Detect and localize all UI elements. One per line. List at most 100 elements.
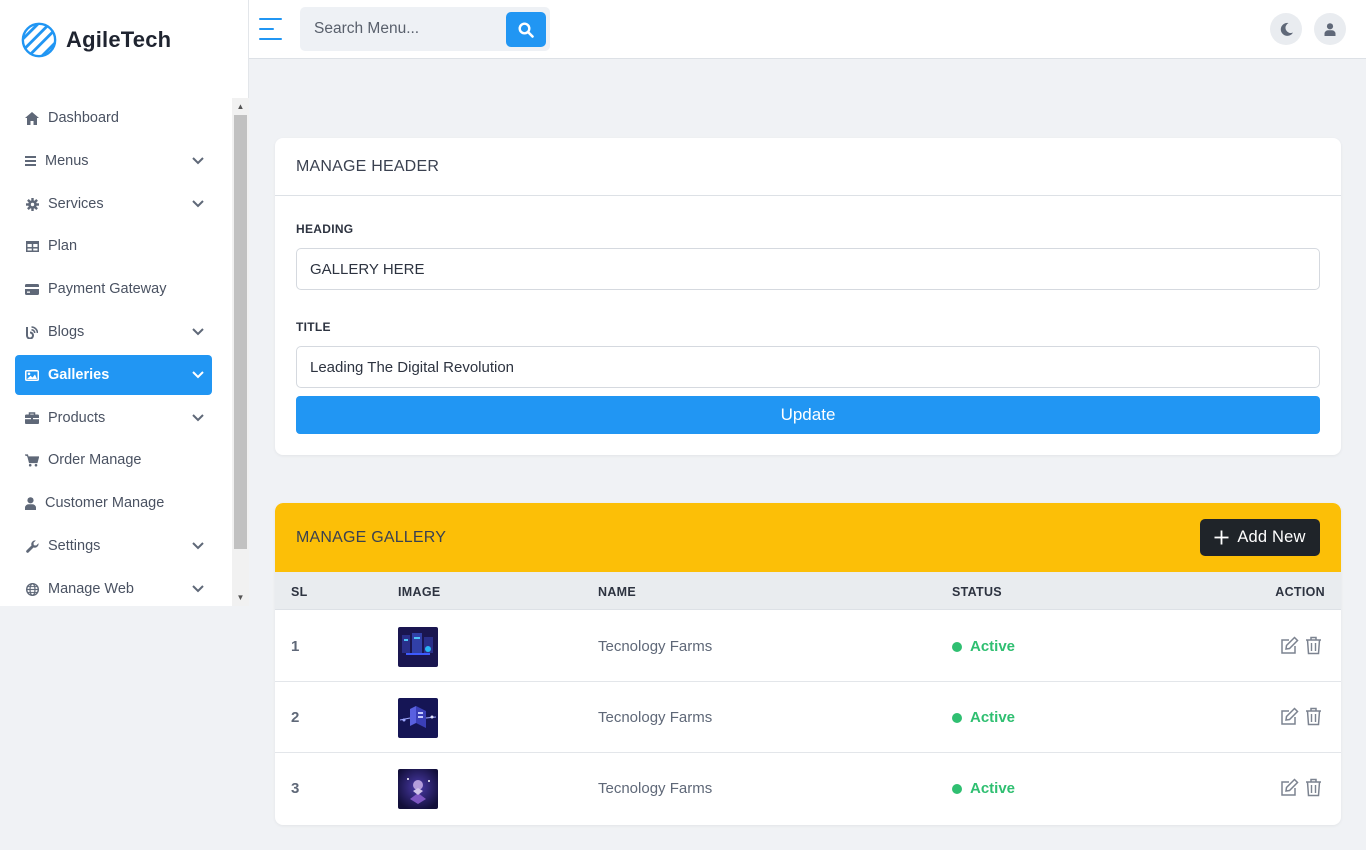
search-button[interactable] [506,12,546,47]
row-name: Tecnology Farms [598,780,713,797]
table-header: SL IMAGE NAME STATUS ACTION [275,572,1341,610]
table-row: 3 Tecnology Farms Active [275,753,1341,824]
row-actions [1280,636,1322,655]
sidebar-item-order-manage[interactable]: Order Manage [15,440,212,480]
chevron-down-icon [192,585,206,593]
column-header-action: ACTION [1275,585,1325,599]
status-dot-icon [952,783,962,794]
sidebar-item-payment-gateway[interactable]: Payment Gateway [15,269,212,309]
sidebar-item-manage-web[interactable]: Manage Web [15,569,212,606]
user-icon [25,496,36,510]
sidebar-item-label: Products [48,410,106,426]
scroll-down-arrow-icon[interactable]: ▼ [232,589,249,606]
blog-icon [25,325,39,339]
gallery-thumbnail[interactable] [398,769,438,809]
sidebar-item-menus[interactable]: Menus [15,141,212,181]
sidebar-item-dashboard[interactable]: Dashboard [15,98,212,138]
table-row: 1 Tecnology Farms Active [275,611,1341,682]
sidebar-item-label: Customer Manage [45,495,165,511]
manage-gallery-card: MANAGE GALLERY Add New SL IMAGE NAME STA… [275,503,1341,825]
row-sl: 1 [291,638,300,655]
update-button[interactable]: Update [296,396,1320,434]
card-title: MANAGE GALLERY [296,528,447,546]
card-title: MANAGE HEADER [275,138,1341,196]
briefcase-icon [25,411,39,425]
sidebar-item-products[interactable]: Products [15,398,212,438]
sidebar-item-label: Dashboard [48,110,119,126]
status-text: Active [970,780,1016,797]
sidebar-item-galleries[interactable]: Galleries [15,355,212,395]
trash-icon[interactable] [1305,778,1322,797]
search-input[interactable] [300,7,505,51]
column-header-status: STATUS [952,585,1002,599]
column-header-image: IMAGE [398,585,441,599]
list-icon [25,154,36,168]
chevron-down-icon [192,200,206,208]
status-dot-icon [952,712,962,723]
user-icon [1324,22,1336,36]
sidebar-item-label: Services [48,196,104,212]
gallery-card-header: MANAGE GALLERY Add New [275,503,1341,572]
gallery-thumbnail[interactable] [398,698,438,738]
plus-icon [1214,530,1229,545]
sidebar-item-label: Settings [48,538,101,554]
manage-header-card: MANAGE HEADER HEADING TITLE Update [275,138,1341,455]
sidebar-item-label: Order Manage [48,452,142,468]
brand-name: AgileTech [66,27,172,52]
sidebar-item-customer-manage[interactable]: Customer Manage [15,483,212,523]
edit-icon[interactable] [1280,707,1299,726]
theme-toggle-button[interactable] [1270,13,1302,45]
sidebar-item-settings[interactable]: Settings [15,526,212,566]
sidebar-item-label: Galleries [48,367,110,383]
table-icon [25,239,39,253]
gallery-thumbnail[interactable] [398,627,438,667]
trash-icon[interactable] [1305,636,1322,655]
column-header-sl: SL [291,585,308,599]
cart-icon [25,453,39,467]
row-name: Tecnology Farms [598,638,713,655]
sidebar-scrollbar[interactable]: ▲ ▼ [232,98,249,606]
heading-label: HEADING [296,222,354,236]
brand[interactable]: AgileTech [20,20,171,60]
status-dot-icon [952,641,962,652]
trash-icon[interactable] [1305,707,1322,726]
row-actions [1280,707,1322,726]
edit-icon[interactable] [1280,636,1299,655]
topbar [249,0,1366,59]
status-text: Active [970,709,1016,726]
credit-card-icon [25,282,39,296]
edit-icon[interactable] [1280,778,1299,797]
profile-button[interactable] [1314,13,1346,45]
title-label: TITLE [296,320,331,334]
wrench-icon [25,539,39,553]
sidebar-item-services[interactable]: Services [15,184,212,224]
scrollbar-thumb[interactable] [234,115,247,549]
brand-logo-icon [21,22,57,58]
column-header-name: NAME [598,585,637,599]
moon-icon [1280,22,1293,36]
sidebar-item-label: Payment Gateway [48,281,167,297]
row-name: Tecnology Farms [598,709,713,726]
sidebar-item-label: Plan [48,238,78,254]
heading-input[interactable] [296,248,1320,290]
image-icon [25,368,39,382]
chevron-down-icon [192,157,206,165]
row-sl: 2 [291,709,300,726]
sidebar-item-plan[interactable]: Plan [15,226,212,266]
chevron-down-icon [192,371,206,379]
globe-icon [25,582,39,596]
sidebar-item-label: Manage Web [48,581,134,597]
home-icon [25,111,39,125]
sidebar-item-blogs[interactable]: Blogs [15,312,212,352]
table-row: 2 Tecnology Farms Active [275,682,1341,753]
sidebar-item-label: Menus [45,153,89,169]
hamburger-menu-icon[interactable] [259,18,282,40]
search-box [300,7,550,51]
chevron-down-icon [192,328,206,336]
title-input[interactable] [296,346,1320,388]
scroll-up-arrow-icon[interactable]: ▲ [232,98,249,115]
row-sl: 3 [291,780,300,797]
add-new-label: Add New [1237,528,1306,546]
add-new-button[interactable]: Add New [1200,519,1320,556]
sidebar: AgileTech Dashboard Menus Services Plan … [0,0,249,606]
